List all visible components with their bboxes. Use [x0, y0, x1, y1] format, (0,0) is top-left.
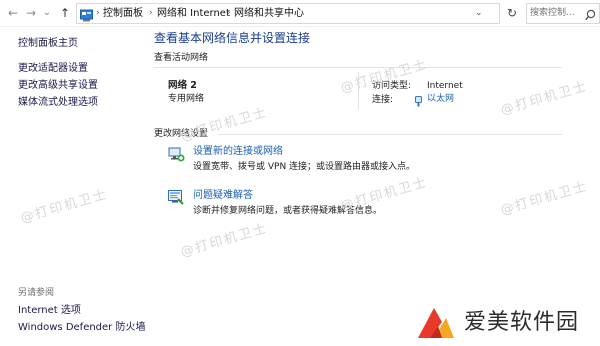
search-box[interactable] [526, 3, 600, 24]
breadcrumb[interactable]: › 控制面板 › 网络和 Internet › 网络和共享中心 ⌄ [76, 3, 500, 24]
new-connection-icon [167, 145, 185, 167]
breadcrumb-network-sharing-center[interactable]: 网络和共享中心 [234, 4, 304, 23]
watermark-text: @打印机卫士 [499, 179, 590, 219]
breadcrumb-separator: › [149, 8, 153, 18]
troubleshoot-icon [167, 188, 185, 210]
see-also-heading: 另请参阅 [18, 288, 55, 298]
watermark-text: @打印机卫士 [499, 79, 590, 119]
up-button[interactable]: ↑ [56, 4, 74, 22]
search-icon[interactable] [585, 6, 596, 25]
breadcrumb-separator: › [227, 8, 231, 18]
watermark-text: @打印机卫士 [19, 187, 110, 227]
troubleshoot-link[interactable]: 问题疑难解答 [193, 190, 253, 202]
active-networks-heading: 查看活动网络 [154, 53, 209, 63]
ethernet-icon [414, 93, 423, 112]
site-logo-text: 爱美软件园 [464, 310, 580, 335]
refresh-button[interactable]: ↻ [503, 4, 521, 22]
divider [218, 134, 562, 135]
search-input[interactable] [530, 5, 582, 20]
network-name: 网络 2 [168, 80, 197, 91]
watermark-text: @打印机卫士 [179, 221, 270, 261]
sidebar-home-link[interactable]: 控制面板主页 [18, 38, 78, 50]
back-button[interactable]: ← [4, 4, 22, 22]
address-bar: ← → ⌄ ↑ › 控制面板 › 网络和 Internet › 网络和共享中心 … [0, 0, 600, 27]
recent-locations-button[interactable]: ⌄ [38, 4, 56, 22]
page-title: 查看基本网络信息并设置连接 [154, 31, 311, 45]
site-logo-icon [416, 306, 456, 344]
setup-new-connection-description: 设置宽带、拨号或 VPN 连接；或设置路由器或接入点。 [193, 162, 416, 172]
see-also-internet-options[interactable]: Internet 选项 [18, 305, 81, 317]
watermark-text: @打印机卫士 [179, 105, 270, 145]
divider [154, 67, 562, 68]
control-panel-icon [80, 7, 93, 26]
breadcrumb-separator: › [96, 8, 100, 18]
setup-new-connection-link[interactable]: 设置新的连接或网络 [193, 146, 283, 158]
sidebar-item-advanced-sharing[interactable]: 更改高级共享设置 [18, 80, 98, 92]
breadcrumb-network-internet[interactable]: 网络和 Internet [157, 4, 230, 23]
ethernet-connection-link[interactable]: 以太网 [427, 93, 454, 105]
connections-label: 连接: [372, 95, 394, 105]
address-dropdown-icon[interactable]: ⌄ [475, 4, 483, 23]
see-also-defender-firewall[interactable]: Windows Defender 防火墙 [18, 322, 145, 334]
sidebar-item-media-streaming[interactable]: 媒体流式处理选项 [18, 97, 98, 109]
network-type: 专用网络 [168, 94, 205, 104]
breadcrumb-control-panel[interactable]: 控制面板 [103, 4, 143, 23]
watermark-text: @打印机卫士 [339, 175, 430, 215]
sidebar-item-adapter-settings[interactable]: 更改适配器设置 [18, 63, 88, 75]
access-type-value: Internet [427, 81, 463, 91]
